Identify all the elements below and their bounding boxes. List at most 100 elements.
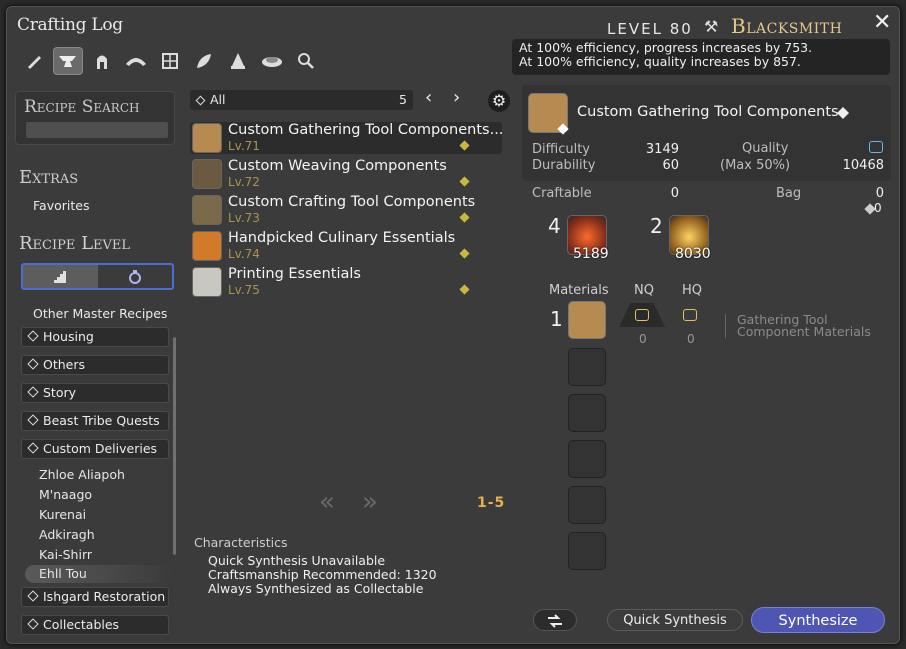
characteristic-line: Quick Synthesis Unavailable: [208, 553, 386, 568]
recipe-level-heading: Recipe Level: [19, 233, 131, 254]
stairs-icon[interactable]: [23, 265, 98, 288]
favorites-item[interactable]: Favorites: [33, 198, 89, 213]
master-book-icon[interactable]: [98, 265, 173, 288]
diamond-icon: [27, 386, 39, 398]
recipe-item-icon: [192, 123, 222, 153]
collectable-icon: [459, 176, 470, 187]
category-label: Ishgard Restoration: [43, 589, 166, 604]
filter-count: 5: [399, 92, 407, 107]
leatherworker-icon[interactable]: [155, 47, 185, 75]
sidebar-scrollbar[interactable]: [173, 337, 176, 555]
other-master-recipes[interactable]: Other Master Recipes: [33, 306, 167, 321]
weaver-icon[interactable]: [189, 47, 219, 75]
material-item-icon[interactable]: [568, 301, 606, 339]
recipe-item-icon: [192, 159, 222, 189]
alchemist-icon[interactable]: [223, 47, 253, 75]
npc-item[interactable]: M'naago: [39, 487, 92, 502]
efficiency-progress: At 100% efficiency, progress increases b…: [519, 40, 813, 55]
recipe-name: Printing Essentials: [228, 266, 361, 282]
craftable-value: 0: [670, 186, 679, 201]
diamond-icon: [27, 442, 39, 454]
npc-item[interactable]: Kai-Shirr: [39, 547, 92, 562]
category-label: Beast Tribe Quests: [43, 413, 160, 428]
npc-item[interactable]: Adkiragh: [39, 527, 95, 542]
prev-arrow-icon[interactable]: ‹: [425, 87, 432, 108]
recipe-search-box: Recipe Search: [15, 91, 175, 145]
empty-material-slot: [568, 532, 606, 570]
recipe-name: Custom Weaving Components: [228, 158, 447, 174]
durability-value: 60: [662, 158, 679, 173]
recipe-row[interactable]: Custom Gathering Tool Components... Lv.7…: [190, 122, 503, 154]
blacksmith-icon[interactable]: [53, 47, 83, 75]
hq-box-icon[interactable]: [683, 309, 697, 321]
recipe-level: Lv.71: [228, 139, 260, 153]
recipe-row[interactable]: Custom Weaving Components Lv.72: [190, 158, 502, 190]
culinarian-icon[interactable]: [257, 47, 287, 75]
goldsmith-icon[interactable]: [121, 47, 151, 75]
difficulty-value: 3149: [645, 142, 679, 157]
characteristic-line: Always Synthesized as Collectable: [208, 581, 424, 596]
nq-count: 0: [639, 332, 647, 346]
swap-icon-button[interactable]: [533, 609, 577, 631]
diamond-icon: [27, 414, 39, 426]
recipe-row[interactable]: Handpicked Culinary Essentials Lv.74: [190, 230, 502, 262]
search-icon[interactable]: [291, 47, 321, 75]
job-name: Blacksmith: [731, 14, 843, 38]
category-others[interactable]: Others: [21, 355, 169, 375]
diamond-icon: [27, 330, 39, 342]
recipe-filter[interactable]: All 5: [190, 90, 413, 110]
quality-box-icon: [869, 141, 883, 153]
category-custom-deliveries[interactable]: Custom Deliveries: [21, 439, 169, 459]
nq-box-icon[interactable]: [635, 309, 649, 321]
empty-material-slot: [568, 394, 606, 432]
characteristic-line: Craftsmanship Recommended: 1320: [208, 567, 437, 582]
extras-heading: Extras: [19, 167, 79, 188]
recipe-search-input[interactable]: [26, 122, 168, 138]
bag-label: Bag: [776, 186, 802, 201]
category-story[interactable]: Story: [21, 383, 169, 403]
recipe-level: Lv.75: [228, 283, 260, 297]
synthesize-button[interactable]: Synthesize: [751, 607, 885, 633]
npc-item[interactable]: Zhloe Aliapoh: [39, 467, 125, 482]
next-arrow-icon[interactable]: ›: [453, 87, 460, 108]
category-beast-tribe-quests[interactable]: Beast Tribe Quests: [21, 411, 169, 431]
category-collectables[interactable]: Collectables: [21, 615, 169, 635]
carpenter-icon[interactable]: [19, 47, 49, 75]
armorer-icon[interactable]: [87, 47, 117, 75]
crystal-have: 8030: [675, 246, 711, 262]
recipe-row[interactable]: Custom Crafting Tool Components Lv.73: [190, 194, 502, 226]
empty-material-slot: [568, 348, 606, 386]
recipe-level: Lv.73: [228, 211, 260, 225]
nq-label: NQ: [634, 283, 654, 298]
recipe-item-icon: [192, 195, 222, 225]
category-housing[interactable]: Housing: [21, 327, 169, 347]
efficiency-box: At 100% efficiency, progress increases b…: [512, 39, 890, 75]
crystal-need: 2: [650, 214, 663, 238]
quick-synthesis-button[interactable]: Quick Synthesis: [607, 609, 743, 631]
recipe-name: Custom Crafting Tool Components: [228, 194, 476, 210]
category-ishgard-restoration[interactable]: Ishgard Restoration: [21, 587, 169, 607]
empty-material-slot: [568, 486, 606, 524]
npc-item-selected[interactable]: Ehll Tou: [25, 565, 173, 583]
recipe-item-icon: [192, 231, 222, 261]
category-label: Custom Deliveries: [43, 441, 158, 456]
materials-label: Materials: [549, 283, 609, 298]
close-icon[interactable]: ✕: [873, 11, 891, 35]
page-next-icon[interactable]: »: [362, 487, 378, 517]
anvil-icon: ⚒: [704, 17, 719, 36]
gear-icon[interactable]: ⚙: [488, 90, 510, 112]
page-prev-icon[interactable]: «: [319, 487, 335, 517]
recipe-row[interactable]: Printing Essentials Lv.75: [190, 266, 502, 298]
crafting-log-window: Crafting Log ✕ LEVEL 80 ⚒ Blacksmith At …: [6, 6, 900, 644]
empty-material-slot: [568, 440, 606, 478]
max-quality-label: (Max 50%): [720, 158, 791, 173]
npc-item[interactable]: Kurenai: [39, 507, 86, 522]
material-need: 1: [550, 307, 563, 331]
diamond-icon: [27, 618, 39, 630]
category-label: Story: [43, 385, 77, 400]
quality-label: Quality: [742, 141, 789, 156]
filter-label: All: [210, 92, 226, 107]
recipe-level: Lv.72: [228, 175, 260, 189]
hq-count: 0: [687, 332, 695, 346]
collectable-icon: [459, 284, 470, 295]
